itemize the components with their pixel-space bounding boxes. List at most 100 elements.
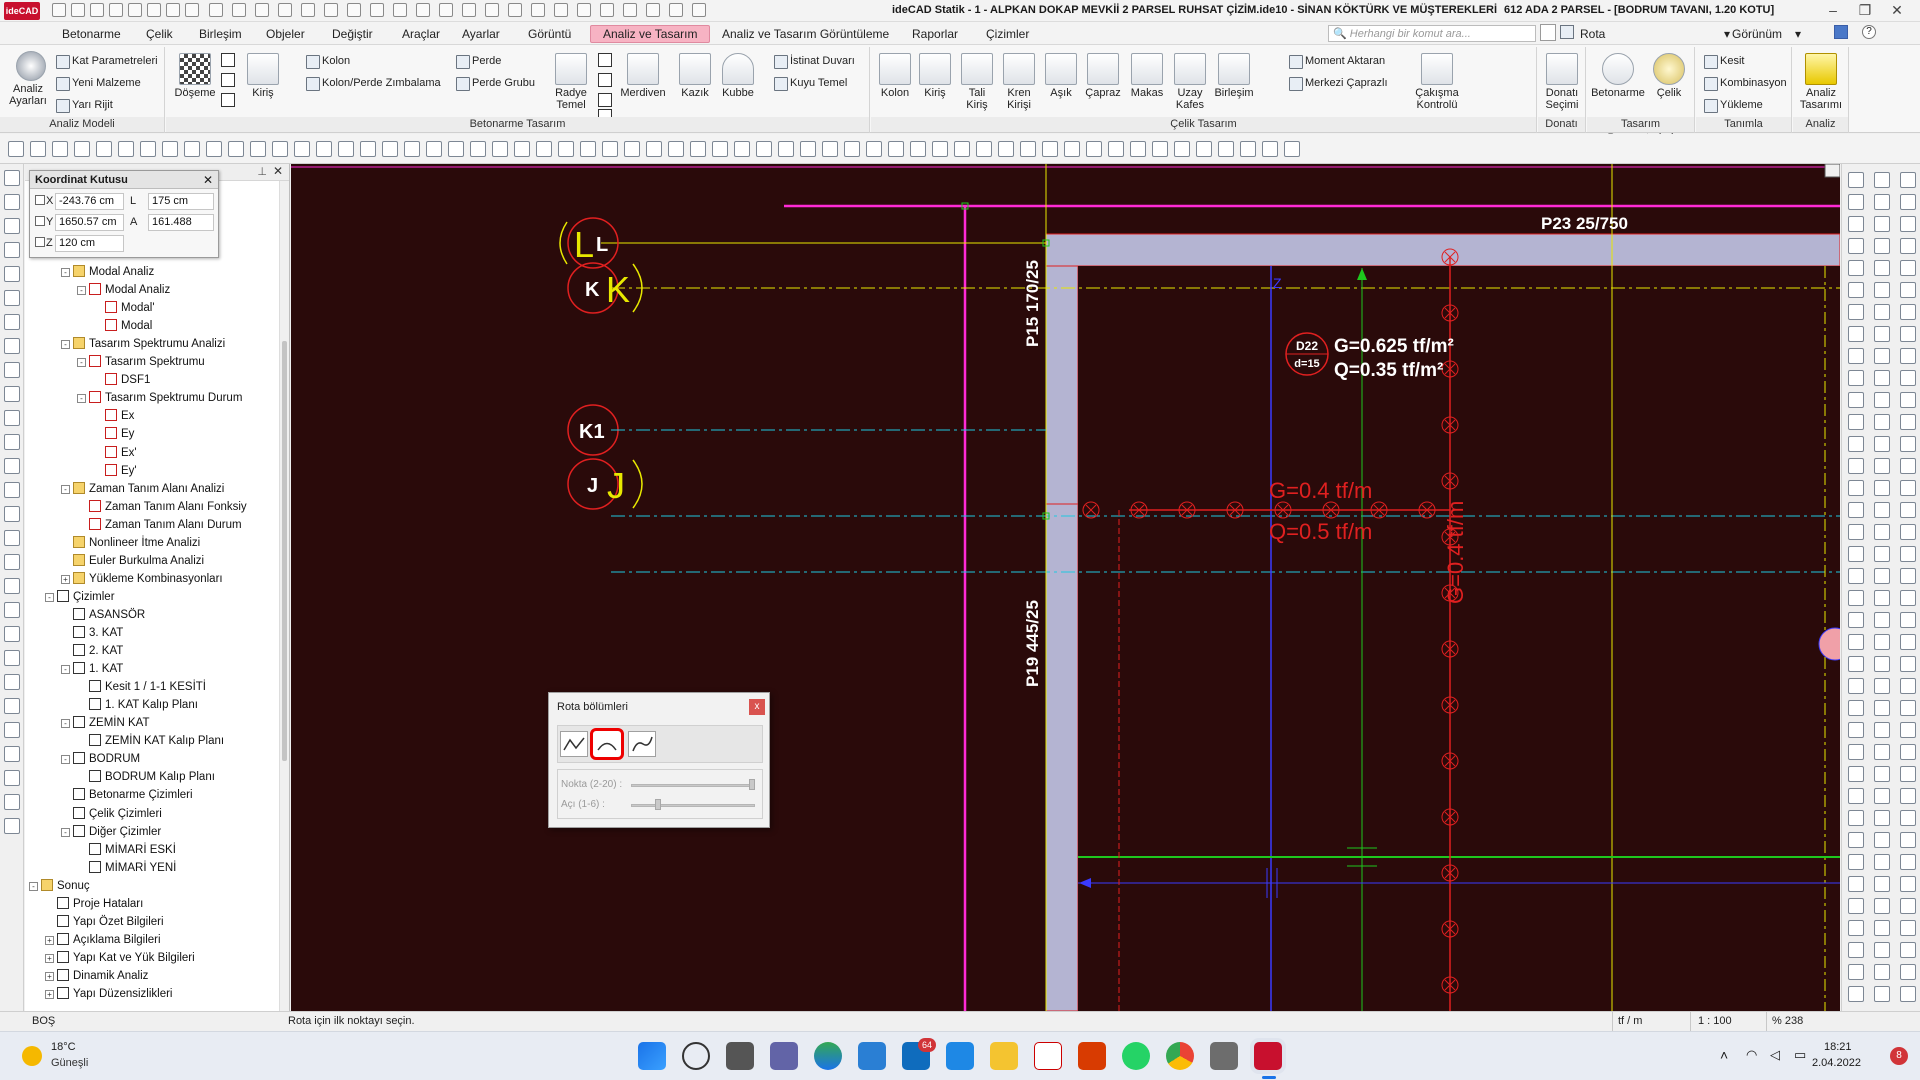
tree-item[interactable]: 1. KAT Kalıp Planı xyxy=(77,697,198,714)
betonarme-param-button[interactable]: Betonarme xyxy=(1591,53,1645,99)
grid-icon[interactable] xyxy=(255,3,269,17)
left-tool-icon[interactable] xyxy=(4,242,20,258)
tree-scrollbar[interactable] xyxy=(279,181,289,1011)
close-icon[interactable]: ✕ xyxy=(1882,2,1912,19)
right-tool-icon[interactable] xyxy=(1900,172,1916,188)
a-field[interactable]: 161.488 xyxy=(148,214,214,231)
toolbar-tool-icon[interactable] xyxy=(492,141,508,157)
right-tool-icon[interactable] xyxy=(1848,876,1864,892)
collapse-icon[interactable]: - xyxy=(77,394,86,404)
dimension-icon[interactable] xyxy=(301,3,315,17)
shell-edit-icon[interactable] xyxy=(598,73,612,87)
right-tool-icon[interactable] xyxy=(1874,348,1890,364)
kuyu-temel-button[interactable]: Kuyu Temel xyxy=(772,75,847,91)
left-tool-icon[interactable] xyxy=(4,818,20,834)
celik-param-button[interactable]: Çelik xyxy=(1647,53,1691,99)
x-field[interactable]: -243.76 cm xyxy=(55,193,124,210)
tree-item[interactable]: - Diğer Çizimler xyxy=(61,824,161,841)
save-icon[interactable] xyxy=(109,3,123,17)
mark-icon[interactable] xyxy=(370,3,384,17)
canvas-menu-icon[interactable] xyxy=(1824,164,1840,178)
nokta-slider[interactable] xyxy=(631,784,755,787)
tree-item[interactable]: Çelik Çizimleri xyxy=(61,806,162,823)
filter-icon[interactable] xyxy=(393,3,407,17)
right-tool-icon[interactable] xyxy=(1874,370,1890,386)
gorunum-dropdown[interactable]: Görünüm xyxy=(1732,27,1782,41)
collapse-icon[interactable]: - xyxy=(61,484,70,494)
asik-button[interactable]: Aşık xyxy=(1043,53,1079,99)
right-tool-icon[interactable] xyxy=(1848,854,1864,870)
right-tool-icon[interactable] xyxy=(1900,744,1916,760)
left-tool-icon[interactable] xyxy=(4,362,20,378)
toolbar-tool-icon[interactable] xyxy=(294,141,310,157)
tree-item[interactable]: Ey xyxy=(93,426,134,443)
left-tool-icon[interactable] xyxy=(4,314,20,330)
right-tool-icon[interactable] xyxy=(1874,414,1890,430)
toolbar-tool-icon[interactable] xyxy=(1196,141,1212,157)
tree-item[interactable]: ASANSÖR xyxy=(61,607,145,624)
left-tool-icon[interactable] xyxy=(4,674,20,690)
calculator-icon[interactable] xyxy=(1210,1042,1238,1070)
right-tool-icon[interactable] xyxy=(1874,810,1890,826)
rota-dropdown[interactable]: Rota xyxy=(1580,27,1605,41)
tree-item[interactable]: Proje Hataları xyxy=(45,896,143,913)
right-tool-icon[interactable] xyxy=(1848,590,1864,606)
tree-item[interactable]: + Açıklama Bilgileri xyxy=(45,932,161,949)
toolbar-tool-icon[interactable] xyxy=(206,141,222,157)
toolbar-tool-icon[interactable] xyxy=(712,141,728,157)
open-folder-icon[interactable] xyxy=(90,3,104,17)
right-tool-icon[interactable] xyxy=(1900,854,1916,870)
foundation-list-icon[interactable] xyxy=(598,93,612,107)
perde-grubu-button[interactable]: Perde Grubu xyxy=(454,75,535,91)
snap-icon[interactable] xyxy=(278,3,292,17)
chrome-icon[interactable] xyxy=(1166,1042,1194,1070)
right-tool-icon[interactable] xyxy=(1874,524,1890,540)
drawing-canvas[interactable]: Z G=0.4 tf/m Q=0.5 tf/m G=0.4 tf/m P15 1… xyxy=(291,164,1840,1011)
tree-item[interactable]: - BODRUM xyxy=(61,751,140,768)
right-tool-icon[interactable] xyxy=(1900,326,1916,342)
store-icon[interactable] xyxy=(858,1042,886,1070)
table-icon[interactable] xyxy=(554,3,568,17)
right-tool-icon[interactable] xyxy=(1874,216,1890,232)
toolbar-tool-icon[interactable] xyxy=(624,141,640,157)
right-tool-icon[interactable] xyxy=(1874,326,1890,342)
phone-link-icon[interactable] xyxy=(946,1042,974,1070)
right-tool-icon[interactable] xyxy=(1900,898,1916,914)
right-tool-icon[interactable] xyxy=(1848,788,1864,804)
toolbar-tool-icon[interactable] xyxy=(404,141,420,157)
close-icon[interactable]: ✕ xyxy=(273,164,283,178)
left-tool-icon[interactable] xyxy=(4,410,20,426)
toolbar-tool-icon[interactable] xyxy=(514,141,530,157)
right-tool-icon[interactable] xyxy=(1900,920,1916,936)
right-tool-icon[interactable] xyxy=(1900,194,1916,210)
task-view-icon[interactable] xyxy=(726,1042,754,1070)
right-tool-icon[interactable] xyxy=(1874,436,1890,452)
tree-item[interactable]: - Tasarım Spektrumu Durum xyxy=(77,390,242,407)
tree-item[interactable]: Ex' xyxy=(93,445,137,462)
chevron-down-icon[interactable] xyxy=(600,3,614,17)
speaker-icon[interactable]: ◁ xyxy=(1770,1047,1780,1063)
uzay-kafes-button[interactable]: Uzay Kafes xyxy=(1171,53,1209,111)
left-tool-icon[interactable] xyxy=(4,458,20,474)
layer-icon[interactable] xyxy=(669,3,683,17)
tree-item[interactable]: - Tasarım Spektrumu Analizi xyxy=(61,336,225,353)
left-tool-icon[interactable] xyxy=(4,722,20,738)
right-tool-icon[interactable] xyxy=(1900,590,1916,606)
right-tool-icon[interactable] xyxy=(1900,700,1916,716)
maximize-icon[interactable]: ❐ xyxy=(1850,2,1880,19)
toolbar-tool-icon[interactable] xyxy=(96,141,112,157)
save-as-icon[interactable] xyxy=(128,3,142,17)
right-tool-icon[interactable] xyxy=(1900,546,1916,562)
right-tool-icon[interactable] xyxy=(1848,458,1864,474)
office-icon[interactable] xyxy=(1078,1042,1106,1070)
kombinasyon-button[interactable]: Kombinasyon xyxy=(1702,75,1787,91)
tree-item[interactable]: BODRUM Kalıp Planı xyxy=(77,769,215,786)
slab-region[interactable] xyxy=(1078,266,1840,1011)
theme-icon[interactable] xyxy=(1834,25,1848,39)
right-tool-icon[interactable] xyxy=(1874,942,1890,958)
right-tool-icon[interactable] xyxy=(1874,788,1890,804)
menu-degistir[interactable]: Değiştir xyxy=(332,27,373,41)
merkezi-caprazli-button[interactable]: Merkezi Çaprazlı xyxy=(1287,75,1388,91)
right-tool-icon[interactable] xyxy=(1874,282,1890,298)
tree-item[interactable]: ZEMİN KAT Kalıp Planı xyxy=(77,733,224,750)
